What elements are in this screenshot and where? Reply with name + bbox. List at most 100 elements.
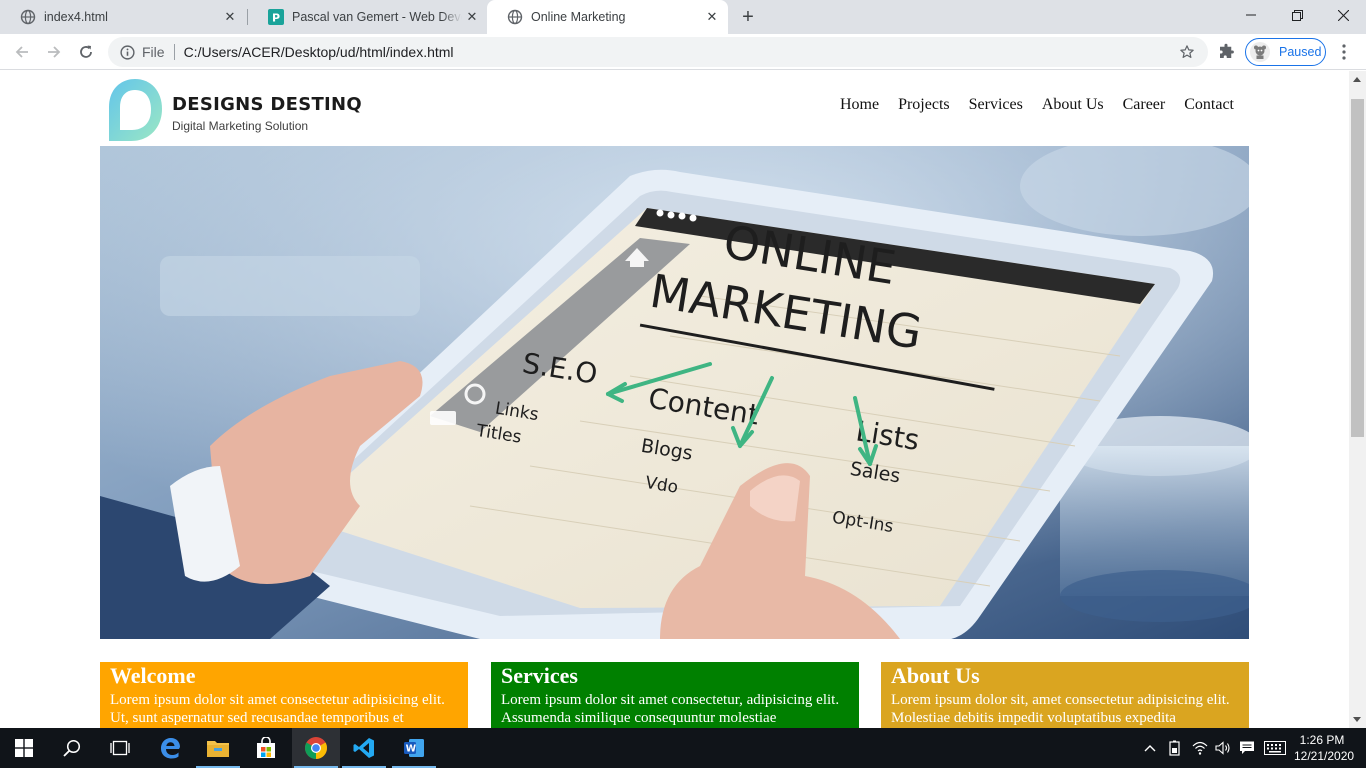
- scheme-label: File: [142, 44, 165, 60]
- forward-arrow-icon: [48, 46, 61, 58]
- nav-link-career[interactable]: Career: [1123, 96, 1166, 114]
- edge-icon: [161, 738, 180, 759]
- minimize-icon: [1246, 14, 1256, 16]
- info-icon[interactable]: [119, 44, 135, 60]
- tray-network[interactable]: [1188, 728, 1212, 768]
- chevron-up-icon: [1144, 745, 1156, 752]
- restore-icon: [1291, 9, 1303, 21]
- nav-link-home[interactable]: Home: [840, 96, 879, 114]
- feature-boxes: Welcome Lorem ipsum dolor sit amet conse…: [100, 662, 1249, 728]
- taskbar-store[interactable]: [242, 728, 290, 768]
- task-view-icon: [110, 740, 130, 756]
- nav-link-services[interactable]: Services: [969, 96, 1023, 114]
- search-icon: [63, 739, 81, 757]
- tab-index4[interactable]: index4.html ✕: [0, 0, 246, 34]
- windows-taskbar: W 1:26 PM 12/21/2020: [0, 728, 1366, 768]
- site-nav: Home Projects Services About Us Career C…: [821, 96, 1234, 114]
- reload-icon: [80, 45, 92, 58]
- reload-button[interactable]: [72, 38, 100, 66]
- vscode-icon: [353, 738, 374, 758]
- tab-title: Pascal van Gemert - Web Develop: [292, 10, 462, 24]
- new-tab-button[interactable]: +: [737, 6, 759, 28]
- logo-d-mark-icon: [109, 79, 162, 141]
- kebab-menu-icon: [1342, 44, 1346, 60]
- tab-pascal-van-gemert[interactable]: P Pascal van Gemert - Web Develop ✕: [248, 0, 488, 34]
- address-bar[interactable]: File C:/Users/ACER/Desktop/ud/html/index…: [108, 37, 1208, 67]
- page-viewport: DESIGNS DESTINQ Digital Marketing Soluti…: [0, 71, 1349, 728]
- nav-link-about-us[interactable]: About Us: [1042, 96, 1104, 114]
- tab-title: index4.html: [44, 10, 108, 24]
- taskbar-file-explorer[interactable]: [194, 728, 242, 768]
- site-logo[interactable]: DESIGNS DESTINQ Digital Marketing Soluti…: [105, 77, 365, 143]
- scroll-down-arrow-icon[interactable]: [1353, 717, 1361, 722]
- tray-battery[interactable]: [1163, 728, 1187, 768]
- forward-button[interactable]: [40, 38, 68, 66]
- p-favicon-icon: P: [268, 9, 284, 25]
- back-button[interactable]: [8, 38, 36, 66]
- taskbar-chrome[interactable]: [292, 728, 340, 768]
- avatar: [1250, 42, 1270, 62]
- welcome-box: Welcome Lorem ipsum dolor sit amet conse…: [100, 662, 468, 728]
- logo-name: DESIGNS DESTINQ: [172, 94, 363, 115]
- restore-button[interactable]: [1274, 0, 1320, 30]
- close-icon: [1337, 9, 1349, 21]
- welcome-box-title: Welcome: [110, 663, 196, 688]
- word-icon: W: [404, 739, 424, 757]
- url-text[interactable]: C:/Users/ACER/Desktop/ud/html/index.html: [184, 44, 454, 60]
- omnibox-divider: [173, 44, 175, 60]
- store-icon: [257, 737, 275, 758]
- task-view-button[interactable]: [96, 728, 144, 768]
- start-button[interactable]: [0, 728, 48, 768]
- profile-button[interactable]: Paused: [1245, 38, 1326, 66]
- taskbar-word[interactable]: W: [390, 728, 438, 768]
- action-center-icon: [1240, 741, 1254, 754]
- minimize-button[interactable]: [1228, 0, 1274, 30]
- close-window-button[interactable]: [1320, 0, 1366, 30]
- windows-logo-icon: [15, 739, 33, 757]
- extensions-button[interactable]: [1212, 38, 1240, 66]
- scrollbar-thumb[interactable]: [1351, 99, 1364, 437]
- services-box-text: Lorem ipsum dolor sit amet consectetur, …: [501, 692, 840, 726]
- tab-online-marketing[interactable]: Online Marketing ✕: [487, 0, 728, 34]
- nav-link-projects[interactable]: Projects: [898, 96, 950, 114]
- globe-icon: [20, 9, 36, 25]
- browser-tab-strip: index4.html ✕ P Pascal van Gemert - Web …: [0, 0, 1366, 34]
- taskbar-vscode[interactable]: [340, 728, 388, 768]
- tray-volume[interactable]: [1211, 728, 1235, 768]
- tray-notifications[interactable]: [1235, 728, 1259, 768]
- page-scrollbar[interactable]: [1349, 71, 1366, 728]
- tab-title: Online Marketing: [531, 10, 626, 24]
- back-arrow-icon: [15, 46, 28, 58]
- services-box: Services Lorem ipsum dolor sit amet cons…: [491, 662, 859, 728]
- close-tab-icon[interactable]: ✕: [462, 7, 482, 27]
- svg-text:W: W: [406, 744, 417, 755]
- profile-status-label: Paused: [1279, 45, 1322, 59]
- services-box-title: Services: [501, 663, 578, 688]
- show-hidden-icons-button[interactable]: [1140, 728, 1160, 768]
- close-tab-icon[interactable]: ✕: [220, 7, 240, 27]
- close-tab-icon[interactable]: ✕: [702, 7, 722, 27]
- taskbar-clock[interactable]: 1:26 PM 12/21/2020: [1294, 732, 1354, 764]
- scroll-up-arrow-icon[interactable]: [1353, 77, 1361, 82]
- battery-icon: [1169, 740, 1180, 756]
- globe-icon: [507, 9, 523, 25]
- file-explorer-icon: [207, 741, 229, 757]
- chrome-icon: [305, 737, 327, 759]
- speaker-icon: [1215, 741, 1230, 755]
- taskbar-edge[interactable]: [146, 728, 194, 768]
- about-us-box: About Us Lorem ipsum dolor sit, amet con…: [881, 662, 1249, 728]
- bookmark-star-icon[interactable]: [1178, 43, 1196, 61]
- clock-time: 1:26 PM: [1299, 733, 1345, 747]
- hero-image: ONLINE MARKETING S.E.O Content Lists Lin…: [100, 146, 1249, 639]
- browser-menu-button[interactable]: [1330, 38, 1358, 66]
- svg-text:P: P: [272, 12, 280, 25]
- taskbar-search-button[interactable]: [48, 728, 96, 768]
- logo-tagline: Digital Marketing Solution: [172, 119, 309, 133]
- nav-link-contact[interactable]: Contact: [1184, 96, 1234, 114]
- keyboard-icon: [1264, 741, 1286, 755]
- browser-toolbar: File C:/Users/ACER/Desktop/ud/html/index…: [0, 34, 1366, 70]
- tray-keyboard[interactable]: [1261, 728, 1289, 768]
- welcome-box-text: Lorem ipsum dolor sit amet consectetur a…: [110, 692, 445, 726]
- about-us-box-title: About Us: [891, 663, 980, 688]
- puzzle-icon: [1220, 43, 1234, 58]
